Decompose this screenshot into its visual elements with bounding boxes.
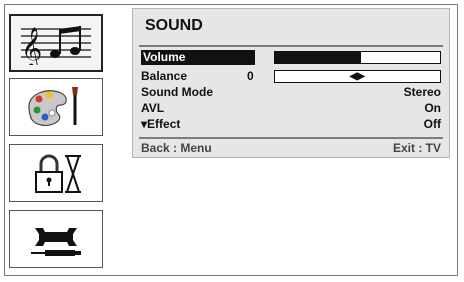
sidebar: 𝄞 <box>9 8 105 272</box>
balance-label: Balance <box>141 69 188 83</box>
volume-slider[interactable] <box>274 51 441 64</box>
title-divider <box>139 45 443 47</box>
balance-marker: ◀▶ <box>349 71 365 82</box>
wrench-screwdriver-icon <box>21 218 91 260</box>
sound-mode-value: Stereo <box>403 85 441 99</box>
back-hint: Back : Menu <box>141 141 212 155</box>
effect-label: ▾Effect <box>141 117 181 131</box>
balance-value: 0 <box>247 69 254 83</box>
lock-hourglass-icon <box>21 150 91 196</box>
menu-row-balance[interactable]: Balance 0 ◀▶ <box>141 69 441 84</box>
paint-palette-icon <box>21 83 91 131</box>
volume-level-fill <box>275 52 361 63</box>
effect-value: Off <box>423 117 441 131</box>
sidebar-item-lock-timer[interactable] <box>9 144 103 202</box>
svg-text:𝄞: 𝄞 <box>21 27 42 65</box>
sound-menu-panel: SOUND Volume Balance 0 ◀▶ Sound Mode Ste… <box>132 8 450 158</box>
sidebar-item-picture[interactable] <box>9 78 103 136</box>
volume-label: Volume <box>141 50 255 65</box>
exit-hint: Exit : TV <box>392 141 441 155</box>
sidebar-item-sound[interactable]: 𝄞 <box>9 14 103 72</box>
menu-title: SOUND <box>145 17 203 34</box>
menu-row-sound-mode[interactable]: Sound Mode Stereo <box>141 85 441 100</box>
menu-row-volume[interactable]: Volume <box>141 50 441 65</box>
avl-label: AVL <box>141 101 165 115</box>
avl-value: On <box>424 101 441 115</box>
menu-row-effect[interactable]: ▾Effect Off <box>141 117 441 132</box>
sidebar-item-setup[interactable] <box>9 210 103 268</box>
music-notes-icon: 𝄞 <box>17 21 95 65</box>
menu-row-avl[interactable]: AVL On <box>141 101 441 116</box>
balance-slider[interactable]: ◀▶ <box>274 70 441 83</box>
menu-footer: Back : Menu Exit : TV <box>141 140 441 156</box>
sound-mode-label: Sound Mode <box>141 85 213 99</box>
footer-divider <box>139 137 443 139</box>
